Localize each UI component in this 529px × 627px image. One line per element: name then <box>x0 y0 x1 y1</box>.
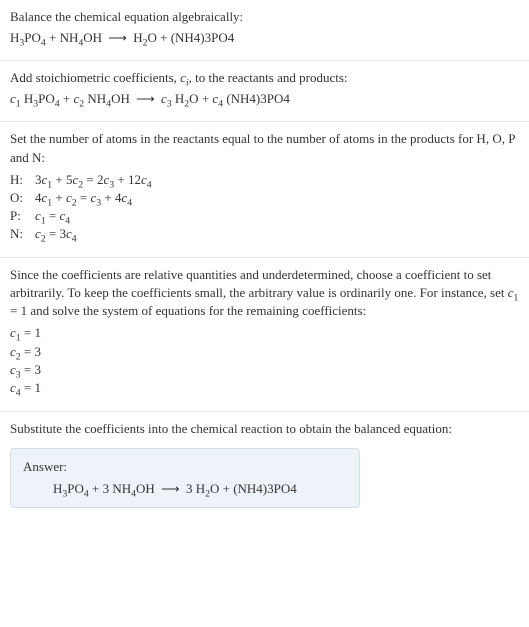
element-label: P: <box>10 207 35 225</box>
plus: + <box>199 91 213 106</box>
formula-part: NH <box>112 481 131 496</box>
plus: + 3 <box>89 481 113 496</box>
element-equation: 4c1 + c2 = c3 + 4c4 <box>35 189 156 207</box>
formula-part: H <box>21 91 34 106</box>
formula-part: H <box>10 30 19 45</box>
formula-part: OH <box>83 30 102 45</box>
text-part: Since the coefficients are relative quan… <box>10 267 508 300</box>
formula-part: NH <box>60 30 79 45</box>
section-answer: Substitute the coefficients into the che… <box>0 412 529 522</box>
intro-text: Add stoichiometric coefficients, ci, to … <box>10 69 519 87</box>
balanced-equation: H3PO4 + 3 NH4OH ⟶ 3 H2O + (NH4)3PO4 <box>23 481 347 497</box>
formula-part: OH <box>136 481 155 496</box>
section-atom-equations: Set the number of atoms in the reactants… <box>0 122 529 257</box>
coeff-equation: c1 H3PO4 + c2 NH4OH ⟶ c3 H2O + c4 (NH4)3… <box>10 91 519 107</box>
coefficient-values: c1 = 1c2 = 3c3 = 3c4 = 1 <box>10 324 519 397</box>
formula-part: PO <box>67 481 84 496</box>
arrow-icon: ⟶ <box>161 481 180 497</box>
intro-text: Since the coefficients are relative quan… <box>10 266 519 321</box>
intro-text: Balance the chemical equation algebraica… <box>10 8 519 26</box>
formula-part: OH <box>111 91 130 106</box>
formula-part: O <box>210 481 219 496</box>
plus: + <box>219 481 233 496</box>
arrow-icon: ⟶ <box>136 91 155 107</box>
plus: + <box>157 30 171 45</box>
element-equation: 3c1 + 5c2 = 2c3 + 12c4 <box>35 171 156 189</box>
coefficient-line: c3 = 3 <box>10 361 519 379</box>
plus: + <box>60 91 74 106</box>
text-part: , to the reactants and products: <box>189 70 348 85</box>
table-row: P:c1 = c4 <box>10 207 156 225</box>
coefficient-line: c2 = 3 <box>10 343 519 361</box>
arrow-icon: ⟶ <box>108 30 127 46</box>
formula-part: PO <box>38 91 55 106</box>
answer-box: Answer: H3PO4 + 3 NH4OH ⟶ 3 H2O + (NH4)3… <box>10 448 360 508</box>
coefficient-line: c4 = 1 <box>10 379 519 397</box>
atom-equations-table: H:3c1 + 5c2 = 2c3 + 12c4O:4c1 + c2 = c3 … <box>10 171 156 243</box>
formula-part: O <box>189 91 198 106</box>
formula-part: (NH4)3PO4 <box>223 91 290 106</box>
plus: + <box>46 30 60 45</box>
coefficient-line: c1 = 1 <box>10 324 519 342</box>
formula-part: PO <box>24 30 41 45</box>
formula-part: H <box>133 30 142 45</box>
intro-text: Set the number of atoms in the reactants… <box>10 130 519 166</box>
section-balance-intro: Balance the chemical equation algebraica… <box>0 0 529 61</box>
table-row: H:3c1 + 5c2 = 2c3 + 12c4 <box>10 171 156 189</box>
formula-part: (NH4)3PO4 <box>171 30 235 45</box>
formula-part: (NH4)3PO4 <box>233 481 297 496</box>
unbalanced-equation: H3PO4 + NH4OH ⟶ H2O + (NH4)3PO4 <box>10 30 519 46</box>
element-label: H: <box>10 171 35 189</box>
section-solve: Since the coefficients are relative quan… <box>0 258 529 412</box>
text-part: = 1 and solve the system of equations fo… <box>10 303 366 318</box>
table-row: O:4c1 + c2 = c3 + 4c4 <box>10 189 156 207</box>
formula-part: O <box>147 30 156 45</box>
formula-part: H <box>53 481 62 496</box>
table-row: N:c2 = 3c4 <box>10 225 156 243</box>
answer-label: Answer: <box>23 459 347 475</box>
section-coefficients: Add stoichiometric coefficients, ci, to … <box>0 61 529 122</box>
element-equation: c2 = 3c4 <box>35 225 156 243</box>
formula-part: NH <box>84 91 106 106</box>
text-part: Add stoichiometric coefficients, <box>10 70 180 85</box>
element-label: N: <box>10 225 35 243</box>
formula-part: H <box>172 91 185 106</box>
formula-part: 3 H <box>186 481 205 496</box>
element-label: O: <box>10 189 35 207</box>
intro-text: Substitute the coefficients into the che… <box>10 420 519 438</box>
subscript: 1 <box>514 293 519 304</box>
element-equation: c1 = c4 <box>35 207 156 225</box>
